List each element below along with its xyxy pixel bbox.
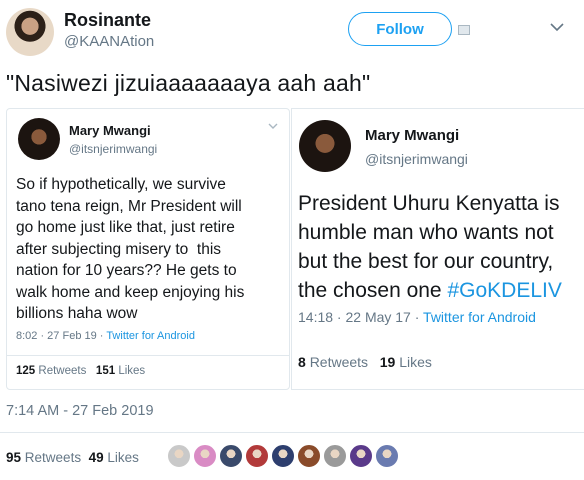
like-label: Likes <box>107 450 139 465</box>
liker-avatar[interactable] <box>349 444 373 468</box>
quoted-tweet-meta: 8:02 · 27 Feb 19 · Twitter for Android <box>16 330 195 342</box>
quoted-author-name[interactable]: Mary Mwangi <box>69 123 151 138</box>
text-line: nation for 10 years?? He gets to <box>16 262 237 279</box>
quoted-tweet-meta: 14:18 · 22 May 17 · Twitter for Android <box>298 309 536 325</box>
text-line: President Uhuru Kenyatta is <box>298 192 560 215</box>
liker-avatar[interactable] <box>193 444 217 468</box>
tweet-stats: 95 Retweets 49 Likes <box>6 450 139 465</box>
text-fragment: the chosen one <box>298 279 448 302</box>
like-count[interactable]: 19 <box>380 354 396 370</box>
text-line: go home just like that, just retire <box>16 219 235 236</box>
avatar[interactable] <box>6 8 54 56</box>
chevron-down-icon[interactable] <box>550 22 564 32</box>
text-line: tano tena reign, Mr President will <box>16 197 242 215</box>
like-label: Likes <box>118 365 146 377</box>
text-line: after subjecting misery to this <box>16 240 222 258</box>
quoted-tweet-text: So if hypothetically, we survive tano te… <box>16 174 284 325</box>
report-icon[interactable] <box>458 25 470 35</box>
liker-avatar[interactable] <box>271 444 295 468</box>
retweet-count[interactable]: 8 <box>298 354 306 370</box>
like-label: Likes <box>399 354 432 370</box>
liker-avatar[interactable] <box>375 444 399 468</box>
avatar[interactable] <box>299 120 351 172</box>
liker-avatar[interactable] <box>323 444 347 468</box>
author-name[interactable]: Rosinante <box>64 10 151 31</box>
retweet-count[interactable]: 125 <box>16 365 35 377</box>
quoted-tweet-stats: 125 Retweets 151 Likes <box>16 365 145 377</box>
quoted-tweet-text: President Uhuru Kenyatta is humble man w… <box>298 189 562 305</box>
follow-button[interactable]: Follow <box>348 12 452 46</box>
retweet-label: Retweets <box>38 365 87 377</box>
liker-avatar[interactable] <box>245 444 269 468</box>
tweet-text: "Nasiwezi jizuiaaaaaaaya aah aah" <box>6 70 371 96</box>
quoted-tweet-stats: 8 Retweets 19 Likes <box>298 354 432 370</box>
like-count[interactable]: 49 <box>89 450 104 465</box>
retweet-label: Retweets <box>309 354 369 370</box>
retweet-label: Retweets <box>24 450 82 465</box>
quoted-author-handle[interactable]: @itsnjerimwangi <box>69 142 157 156</box>
text-line: walk home and keep enjoying his <box>16 283 245 301</box>
source-link[interactable]: Twitter for Android <box>106 330 195 342</box>
divider <box>7 355 289 356</box>
quoted-author-handle[interactable]: @itsnjerimwangi <box>365 151 468 167</box>
chevron-down-icon[interactable] <box>268 123 278 130</box>
tweet-timestamp[interactable]: 7:14 AM - 27 Feb 2019 <box>6 403 154 419</box>
like-count[interactable]: 151 <box>96 365 115 377</box>
source-link[interactable]: Twitter for Android <box>423 309 536 325</box>
text-line: the chosen one #GoKDELIV <box>298 276 562 305</box>
liker-avatar[interactable] <box>219 444 243 468</box>
tweet-timestamp: 14:18 · 22 May 17 · <box>298 309 424 325</box>
liker-avatars <box>167 444 399 468</box>
author-handle[interactable]: @KAANAtion <box>64 33 154 50</box>
text-line: billions haha wow <box>16 305 138 322</box>
liker-avatar[interactable] <box>297 444 321 468</box>
quoted-author-name[interactable]: Mary Mwangi <box>365 127 459 144</box>
retweet-count[interactable]: 95 <box>6 450 21 465</box>
text-line: So if hypothetically, we survive <box>16 176 226 193</box>
tweet-timestamp: 8:02 · 27 Feb 19 · <box>16 330 107 342</box>
text-line: humble man who wants not <box>298 221 554 244</box>
hashtag-link[interactable]: #GoKDELIV <box>447 279 561 302</box>
liker-avatar[interactable] <box>167 444 191 468</box>
avatar[interactable] <box>18 118 60 160</box>
text-line: but the best for our country, <box>298 250 554 273</box>
divider <box>0 432 584 433</box>
